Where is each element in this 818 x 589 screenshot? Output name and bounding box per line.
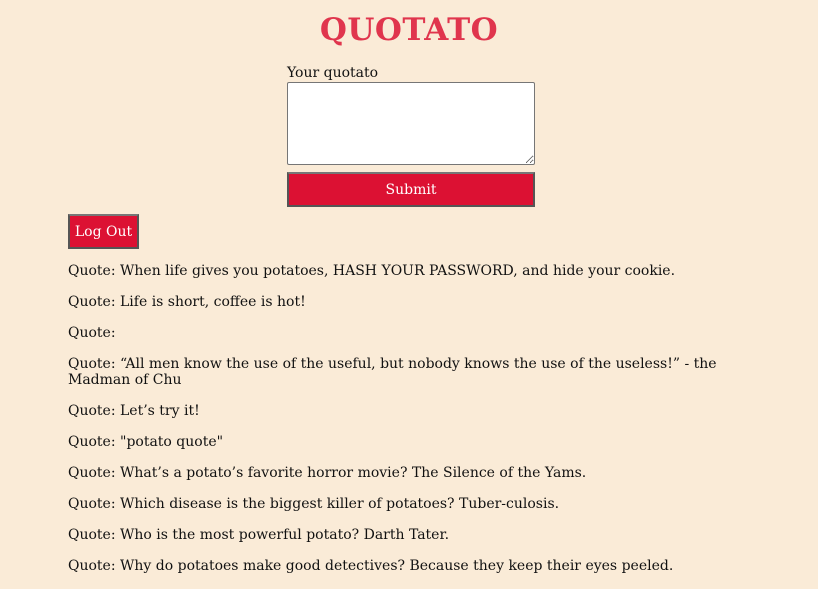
quote-item: Quote: What’s a potato’s favorite horror… bbox=[68, 465, 587, 481]
page-title: QUOTATO bbox=[319, 12, 499, 48]
quote-input-label: Your quotato bbox=[287, 65, 379, 81]
quote-form: Your quotato Submit bbox=[287, 65, 535, 207]
quote-item: Quote: Why do potatoes make good detecti… bbox=[68, 558, 674, 574]
logout-button[interactable]: Log Out bbox=[68, 214, 139, 249]
quote-item: Quote: bbox=[68, 325, 116, 341]
quote-item: Quote: Who is the most powerful potato? … bbox=[68, 527, 450, 543]
submit-button[interactable]: Submit bbox=[287, 172, 535, 207]
quote-item: Quote: When life gives you potatoes, HAS… bbox=[68, 263, 676, 279]
quote-item: Quote: Let’s try it! bbox=[68, 403, 200, 419]
quote-item: Quote: Life is short, coffee is hot! bbox=[68, 294, 306, 310]
quote-item: Quote: Which disease is the biggest kill… bbox=[68, 496, 560, 512]
quote-textarea[interactable] bbox=[287, 82, 535, 165]
quote-item: Quote: "potato quote" bbox=[68, 434, 224, 450]
quote-list: Quote: When life gives you potatoes, HAS… bbox=[68, 263, 738, 589]
quote-item: Quote: “All men know the use of the usef… bbox=[68, 356, 717, 388]
